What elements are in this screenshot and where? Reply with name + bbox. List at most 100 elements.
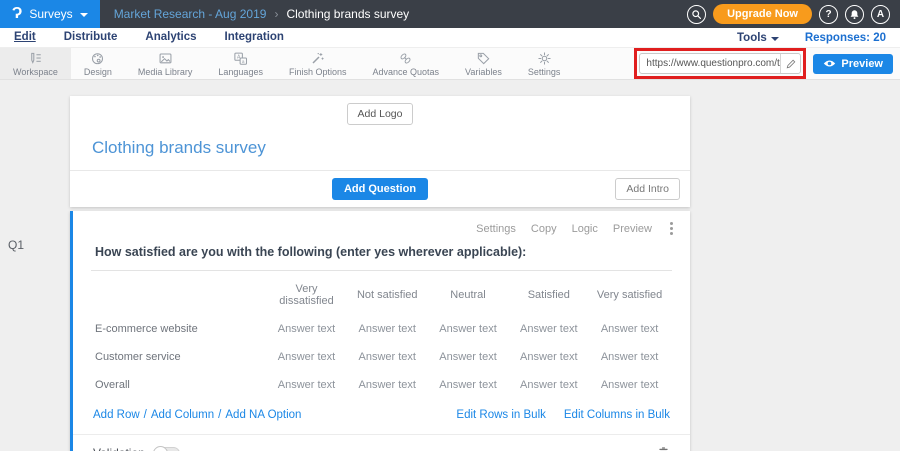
upgrade-now-button[interactable]: Upgrade Now: [713, 4, 812, 24]
answer-text-cell[interactable]: Answer text: [428, 343, 509, 371]
toolbar-item-media-library[interactable]: Media Library: [125, 48, 206, 79]
answer-text-cell[interactable]: Answer text: [347, 315, 428, 343]
answer-text-cell[interactable]: Answer text: [508, 315, 589, 343]
search-button[interactable]: [687, 5, 706, 24]
add-row-link[interactable]: Add Row: [93, 409, 140, 421]
matrix-table: Very dissatisfied Not satisfied Neutral …: [93, 275, 670, 399]
url-highlight-annotation: https://www.questionpro.com/t/APNrFZ: [634, 48, 806, 79]
toolbar-item-variables[interactable]: Variables: [452, 48, 515, 79]
validation-row: Validation: [73, 435, 690, 451]
toolbar-item-label: Variables: [465, 67, 502, 77]
add-na-option-link[interactable]: Add NA Option: [225, 409, 301, 421]
surveys-menu-label: Surveys: [29, 7, 72, 21]
delete-question-button[interactable]: [657, 446, 670, 451]
toolbar-item-label: Design: [84, 67, 112, 77]
questionpro-logo-icon: Ɂ: [12, 6, 22, 22]
more-options-icon[interactable]: [667, 222, 676, 235]
breadcrumb-current: Clothing brands survey: [286, 7, 409, 21]
matrix-column-header[interactable]: Neutral: [428, 275, 509, 315]
answer-text-cell[interactable]: Answer text: [347, 343, 428, 371]
answer-text-cell[interactable]: Answer text: [508, 371, 589, 399]
avatar[interactable]: A: [871, 5, 890, 24]
question-logic-link[interactable]: Logic: [572, 223, 598, 235]
answer-text-cell[interactable]: Answer text: [589, 343, 670, 371]
variables-icon: [476, 51, 491, 66]
matrix-column-header[interactable]: Satisfied: [508, 275, 589, 315]
matrix-header-row: Very dissatisfied Not satisfied Neutral …: [93, 275, 670, 315]
toolbar-item-label: Finish Options: [289, 67, 347, 77]
tab-distribute[interactable]: Distribute: [64, 31, 118, 44]
help-button[interactable]: ?: [819, 5, 838, 24]
preview-button-label: Preview: [841, 58, 883, 70]
matrix-column-header[interactable]: Very dissatisfied: [266, 275, 347, 315]
notifications-button[interactable]: [845, 5, 864, 24]
matrix-column-header[interactable]: Not satisfied: [347, 275, 428, 315]
trash-icon: [657, 446, 670, 451]
matrix-links-row: Add Row / Add Column / Add NA Option Edi…: [73, 399, 690, 434]
link-separator: /: [144, 409, 147, 421]
question-text[interactable]: How satisfied are you with the following…: [95, 245, 668, 259]
media-library-icon: [158, 51, 173, 66]
add-question-button-top[interactable]: Add Question: [332, 178, 428, 200]
edit-url-button[interactable]: [780, 54, 800, 73]
nav-right: Tools Responses: 20: [737, 32, 886, 44]
survey-url-field[interactable]: https://www.questionpro.com/t/APNrFZ: [639, 53, 801, 74]
add-intro-button[interactable]: Add Intro: [615, 178, 680, 200]
answer-text-cell[interactable]: Answer text: [347, 371, 428, 399]
breadcrumb-parent[interactable]: Market Research - Aug 2019: [114, 7, 267, 21]
validation-label: Validation: [93, 446, 145, 451]
add-logo-button[interactable]: Add Logo: [347, 103, 414, 125]
matrix-row-label[interactable]: Customer service: [93, 343, 266, 371]
answer-text-cell[interactable]: Answer text: [266, 371, 347, 399]
answer-text-cell[interactable]: Answer text: [589, 371, 670, 399]
question-card: Settings Copy Logic Preview How satisfie…: [70, 211, 690, 451]
tools-menu[interactable]: Tools: [737, 32, 779, 44]
answer-text-cell[interactable]: Answer text: [589, 315, 670, 343]
survey-title[interactable]: Clothing brands survey: [70, 125, 690, 170]
search-icon: [691, 9, 702, 20]
toolbar-item-finish-options[interactable]: Finish Options: [276, 48, 360, 79]
edit-columns-in-bulk-link[interactable]: Edit Columns in Bulk: [564, 409, 670, 421]
matrix-column-header[interactable]: Very satisfied: [589, 275, 670, 315]
bulk-links: Edit Rows in Bulk Edit Columns in Bulk: [456, 409, 670, 421]
finish-options-icon: [310, 51, 325, 66]
answer-text-cell[interactable]: Answer text: [428, 315, 509, 343]
question-id-label: Q1: [8, 238, 24, 252]
survey-editor-content: Q1 Add Logo Clothing brands survey Add Q…: [0, 96, 900, 451]
answer-text-cell[interactable]: Answer text: [266, 343, 347, 371]
question-settings-link[interactable]: Settings: [476, 223, 516, 235]
answer-text-cell[interactable]: Answer text: [428, 371, 509, 399]
question-text-wrap: How satisfied are you with the following…: [91, 235, 672, 271]
preview-button[interactable]: Preview: [813, 54, 893, 74]
surveys-menu[interactable]: Ɂ Surveys: [0, 0, 100, 28]
survey-header-card: Add Logo Clothing brands survey Add Ques…: [70, 96, 690, 207]
matrix-row-label[interactable]: E-commerce website: [93, 315, 266, 343]
matrix-row-label[interactable]: Overall: [93, 371, 266, 399]
toolbar-item-languages[interactable]: A a Languages: [205, 48, 276, 79]
answer-text-cell[interactable]: Answer text: [266, 315, 347, 343]
responses-count[interactable]: Responses: 20: [805, 32, 886, 44]
top-bar: Ɂ Surveys Market Research - Aug 2019 › C…: [0, 0, 900, 28]
question-copy-link[interactable]: Copy: [531, 223, 557, 235]
edit-rows-in-bulk-link[interactable]: Edit Rows in Bulk: [456, 409, 545, 421]
toolbar-item-design[interactable]: Design: [71, 48, 125, 79]
survey-url-text[interactable]: https://www.questionpro.com/t/APNrFZ: [640, 58, 780, 69]
add-column-link[interactable]: Add Column: [151, 409, 214, 421]
tab-analytics[interactable]: Analytics: [145, 31, 196, 44]
toolbar-item-workspace[interactable]: Workspace: [0, 48, 71, 79]
answer-text-cell[interactable]: Answer text: [508, 343, 589, 371]
toolbar-item-settings[interactable]: Settings: [515, 48, 574, 79]
toolbar-item-label: Media Library: [138, 67, 193, 77]
tab-edit[interactable]: Edit: [14, 31, 36, 44]
advance-quotas-icon: [398, 51, 413, 66]
question-preview-link[interactable]: Preview: [613, 223, 652, 235]
svg-text:a: a: [242, 58, 245, 63]
design-icon: [90, 51, 105, 66]
matrix-row: Customer service Answer text Answer text…: [93, 343, 670, 371]
validation-toggle[interactable]: [153, 447, 180, 451]
tab-integration[interactable]: Integration: [225, 31, 284, 44]
matrix-row: Overall Answer text Answer text Answer t…: [93, 371, 670, 399]
pencil-icon: [786, 59, 796, 69]
toolbar-item-advance-quotas[interactable]: Advance Quotas: [359, 48, 452, 79]
topbar-actions: Upgrade Now ? A: [687, 4, 900, 24]
